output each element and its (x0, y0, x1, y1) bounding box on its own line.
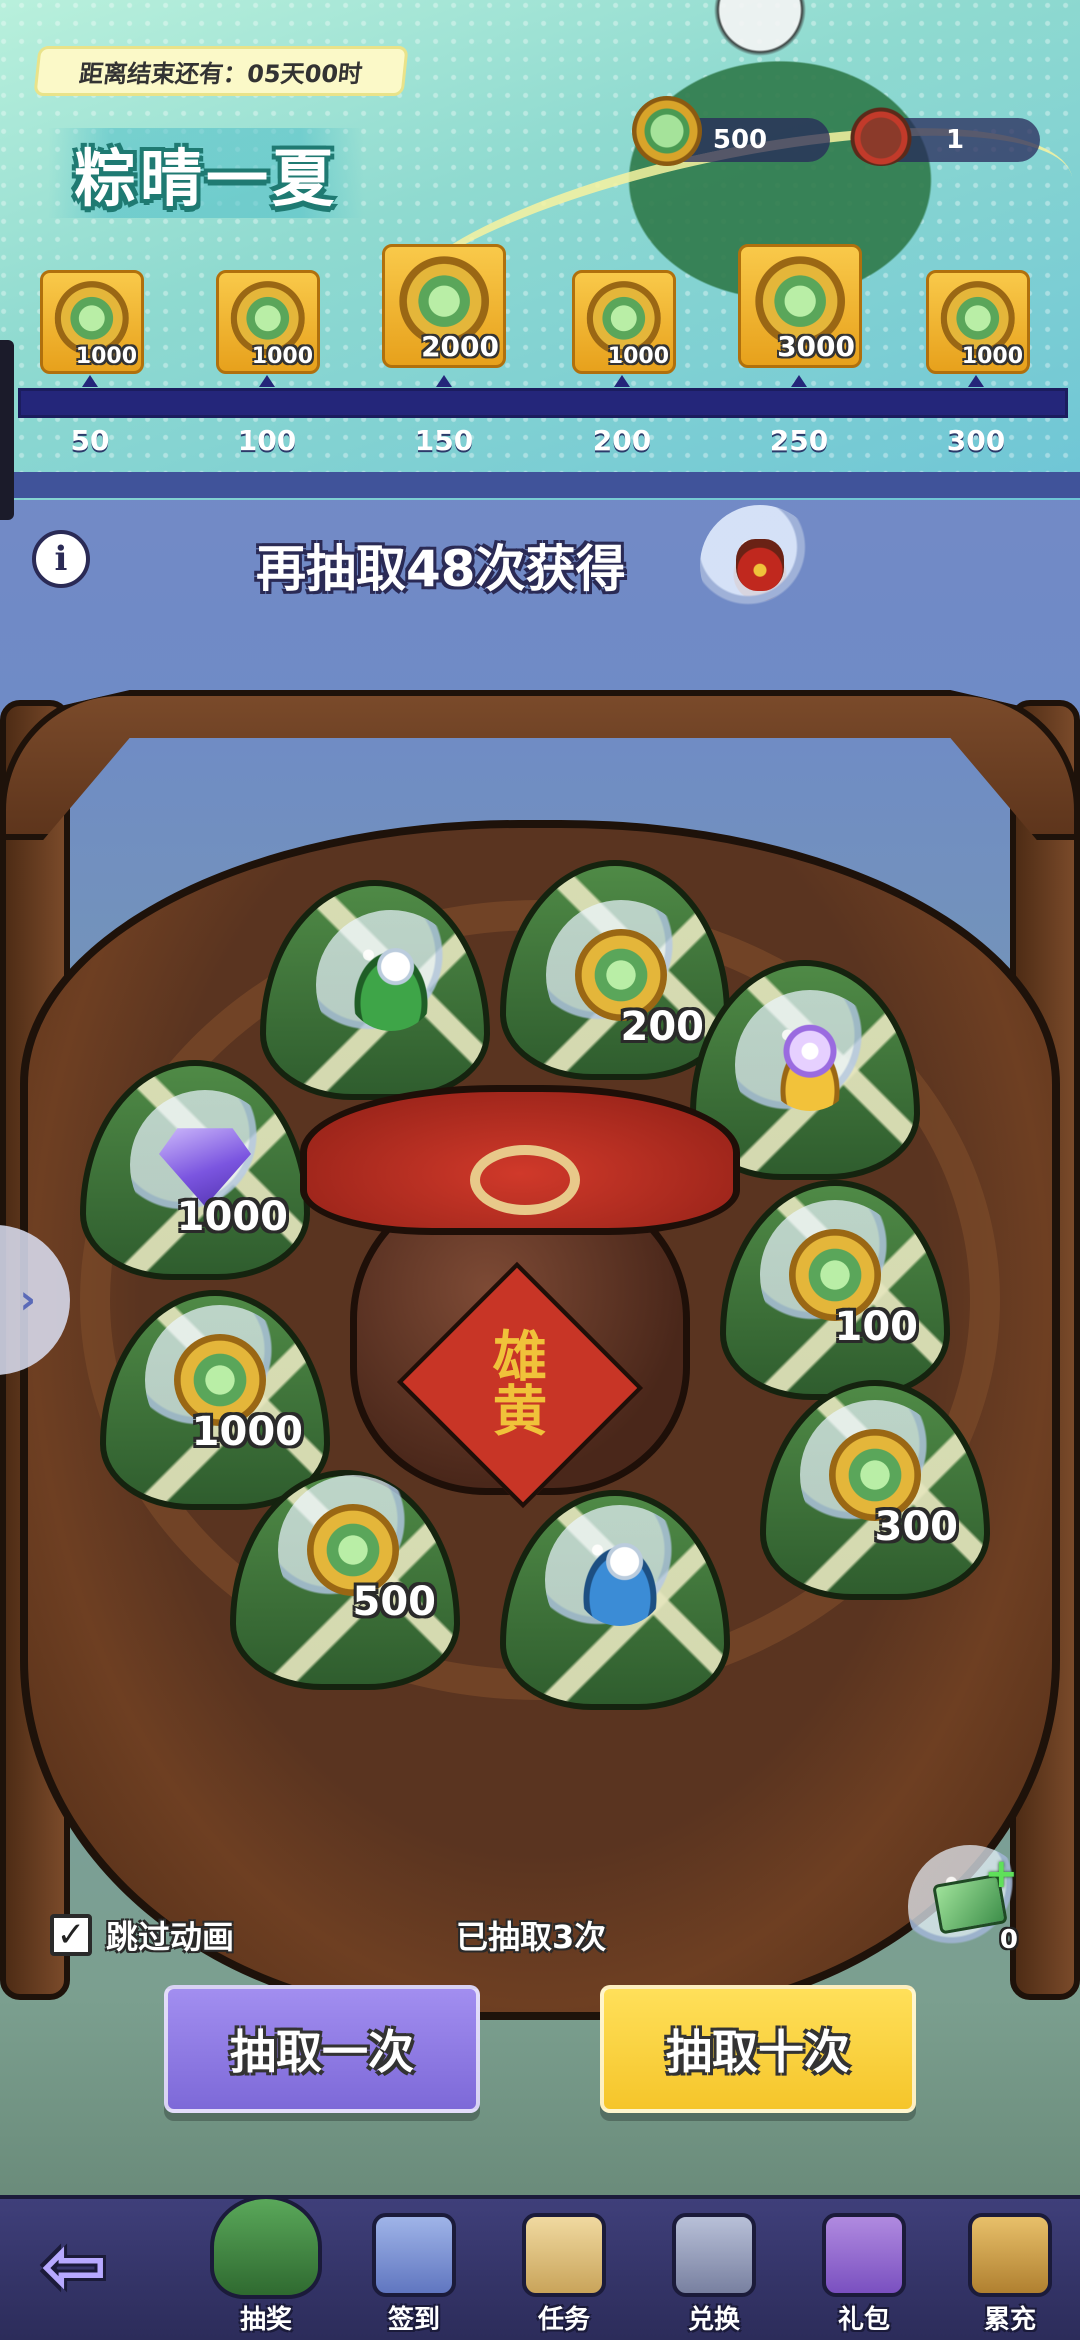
milestone-progress-bar (18, 388, 1068, 418)
edge-tab (0, 340, 14, 520)
milestone-label: 300 (946, 424, 1006, 457)
info-button[interactable]: i (32, 530, 90, 588)
task-scroll-icon (522, 2213, 606, 2297)
draw-count: 已抽取3次 (456, 1918, 607, 1956)
jar-label-text: 雄黄 (492, 1325, 548, 1444)
milestone-reward-250[interactable]: 3000 (738, 244, 862, 368)
milestone-reward-200[interactable]: 1000 (572, 270, 676, 374)
back-button[interactable]: ⇦ (24, 2219, 124, 2312)
prize-slot[interactable]: 1000 (145, 1305, 303, 1455)
milestone-tick (82, 375, 98, 387)
nav-tab-cumulative-topup[interactable]: 累充 (940, 2205, 1080, 2340)
nav-tab-label: 任务 (537, 2305, 590, 2335)
prize-qty: 300 (874, 1504, 959, 1550)
milestone-label: 150 (414, 424, 474, 457)
reward-amount: 1000 (961, 344, 1023, 369)
milestone-reward-300[interactable]: 1000 (926, 270, 1030, 374)
realgar-jar-icon[interactable] (700, 505, 820, 625)
zongzi-icon (210, 2195, 322, 2299)
green-leaf-pearl-icon (345, 939, 437, 1031)
milestone-reward-100[interactable]: 1000 (216, 270, 320, 374)
banner-divider (0, 472, 1080, 498)
milestone-tick (259, 375, 275, 387)
currency-value: 500 (712, 125, 768, 155)
prize-qty: 200 (620, 1004, 705, 1050)
event-banner: 距离结束还有：05天00时 粽晴一夏 500 1 1000 1000 2000 … (0, 0, 1080, 500)
currency-value: 1 (945, 125, 965, 155)
zongzi-coin-icon (632, 96, 702, 166)
nav-tab-label: 签到 (387, 2305, 440, 2335)
realgar-jar-icon (846, 96, 916, 166)
event-title: 粽晴一夏 (48, 128, 365, 218)
skip-animation-label: 跳过动画 (106, 1918, 235, 1956)
milestone-tick (791, 375, 807, 387)
reward-amount: 2000 (421, 330, 499, 363)
jar-bow (470, 1145, 580, 1215)
nav-tab-checkin[interactable]: 签到 (344, 2205, 484, 2340)
nav-tab-label: 礼包 (837, 2305, 890, 2335)
milestone-label: 200 (592, 424, 652, 457)
prize-qty: 1000 (191, 1409, 303, 1455)
nav-tab-gift-pack[interactable]: 礼包 (794, 2205, 934, 2340)
nav-tab-label: 兑换 (687, 2305, 740, 2335)
basket-handle (0, 690, 1080, 840)
treasure-chest-icon (968, 2213, 1052, 2297)
nav-tab-tasks[interactable]: 任务 (494, 2205, 634, 2340)
milestone-tick (968, 375, 984, 387)
milestone-tick (436, 375, 452, 387)
blue-leaf-pearl-icon (574, 1534, 666, 1626)
prize-slot[interactable]: 500 (278, 1475, 436, 1625)
plus-icon: + (984, 1851, 1018, 1897)
prize-slot[interactable] (545, 1505, 695, 1655)
nav-tab-lottery[interactable]: 抽奖 (196, 2195, 336, 2340)
reward-amount: 1000 (607, 344, 669, 369)
draw-ticket-button[interactable]: + 0 (908, 1845, 1032, 1969)
milestone-reward-50[interactable]: 1000 (40, 270, 144, 374)
prize-qty: 1000 (176, 1194, 288, 1240)
prize-slot[interactable]: 300 (800, 1400, 958, 1550)
prize-slot[interactable] (316, 910, 466, 1060)
ticket-qty: 0 (999, 1925, 1018, 1955)
prize-slot[interactable]: 200 (546, 900, 704, 1050)
back-arrow-icon: ⇦ (40, 2218, 108, 2312)
prize-slot[interactable]: 1000 (130, 1090, 288, 1240)
prize-slot[interactable] (735, 990, 885, 1140)
chevron-right-icon: › (19, 1277, 36, 1323)
prize-qty: 100 (834, 1304, 919, 1350)
gift-icon (822, 2213, 906, 2297)
crystal-orb-icon (764, 1019, 856, 1111)
realgar-wine-jar: 雄黄 (300, 1085, 740, 1509)
shop-icon (672, 2213, 756, 2297)
calendar-icon (372, 2213, 456, 2297)
milestone-label: 50 (70, 424, 110, 457)
milestone-tick (614, 375, 630, 387)
prize-slot[interactable]: 100 (760, 1200, 918, 1350)
skip-animation-checkbox[interactable]: ✓ (50, 1914, 92, 1956)
prize-qty: 500 (352, 1579, 437, 1625)
event-timer: 距离结束还有：05天00时 (33, 46, 409, 96)
skip-animation-toggle[interactable]: ✓ 跳过动画 (50, 1910, 234, 1960)
milestone-reward-150[interactable]: 2000 (382, 244, 506, 368)
milestone-label: 250 (769, 424, 829, 457)
milestone-label: 100 (237, 424, 297, 457)
draw-hint-text: 再抽取48次获得 (256, 540, 626, 598)
nav-tab-label: 累充 (983, 2305, 1036, 2335)
draw-ten-button[interactable]: 抽取十次 (600, 1985, 916, 2113)
nav-tab-exchange[interactable]: 兑换 (644, 2205, 784, 2340)
info-icon: i (54, 539, 68, 579)
draw-once-button[interactable]: 抽取一次 (164, 1985, 480, 2113)
reward-amount: 3000 (777, 330, 855, 363)
nav-tab-label: 抽奖 (239, 2305, 292, 2335)
reward-amount: 1000 (251, 344, 313, 369)
reward-amount: 1000 (75, 344, 137, 369)
